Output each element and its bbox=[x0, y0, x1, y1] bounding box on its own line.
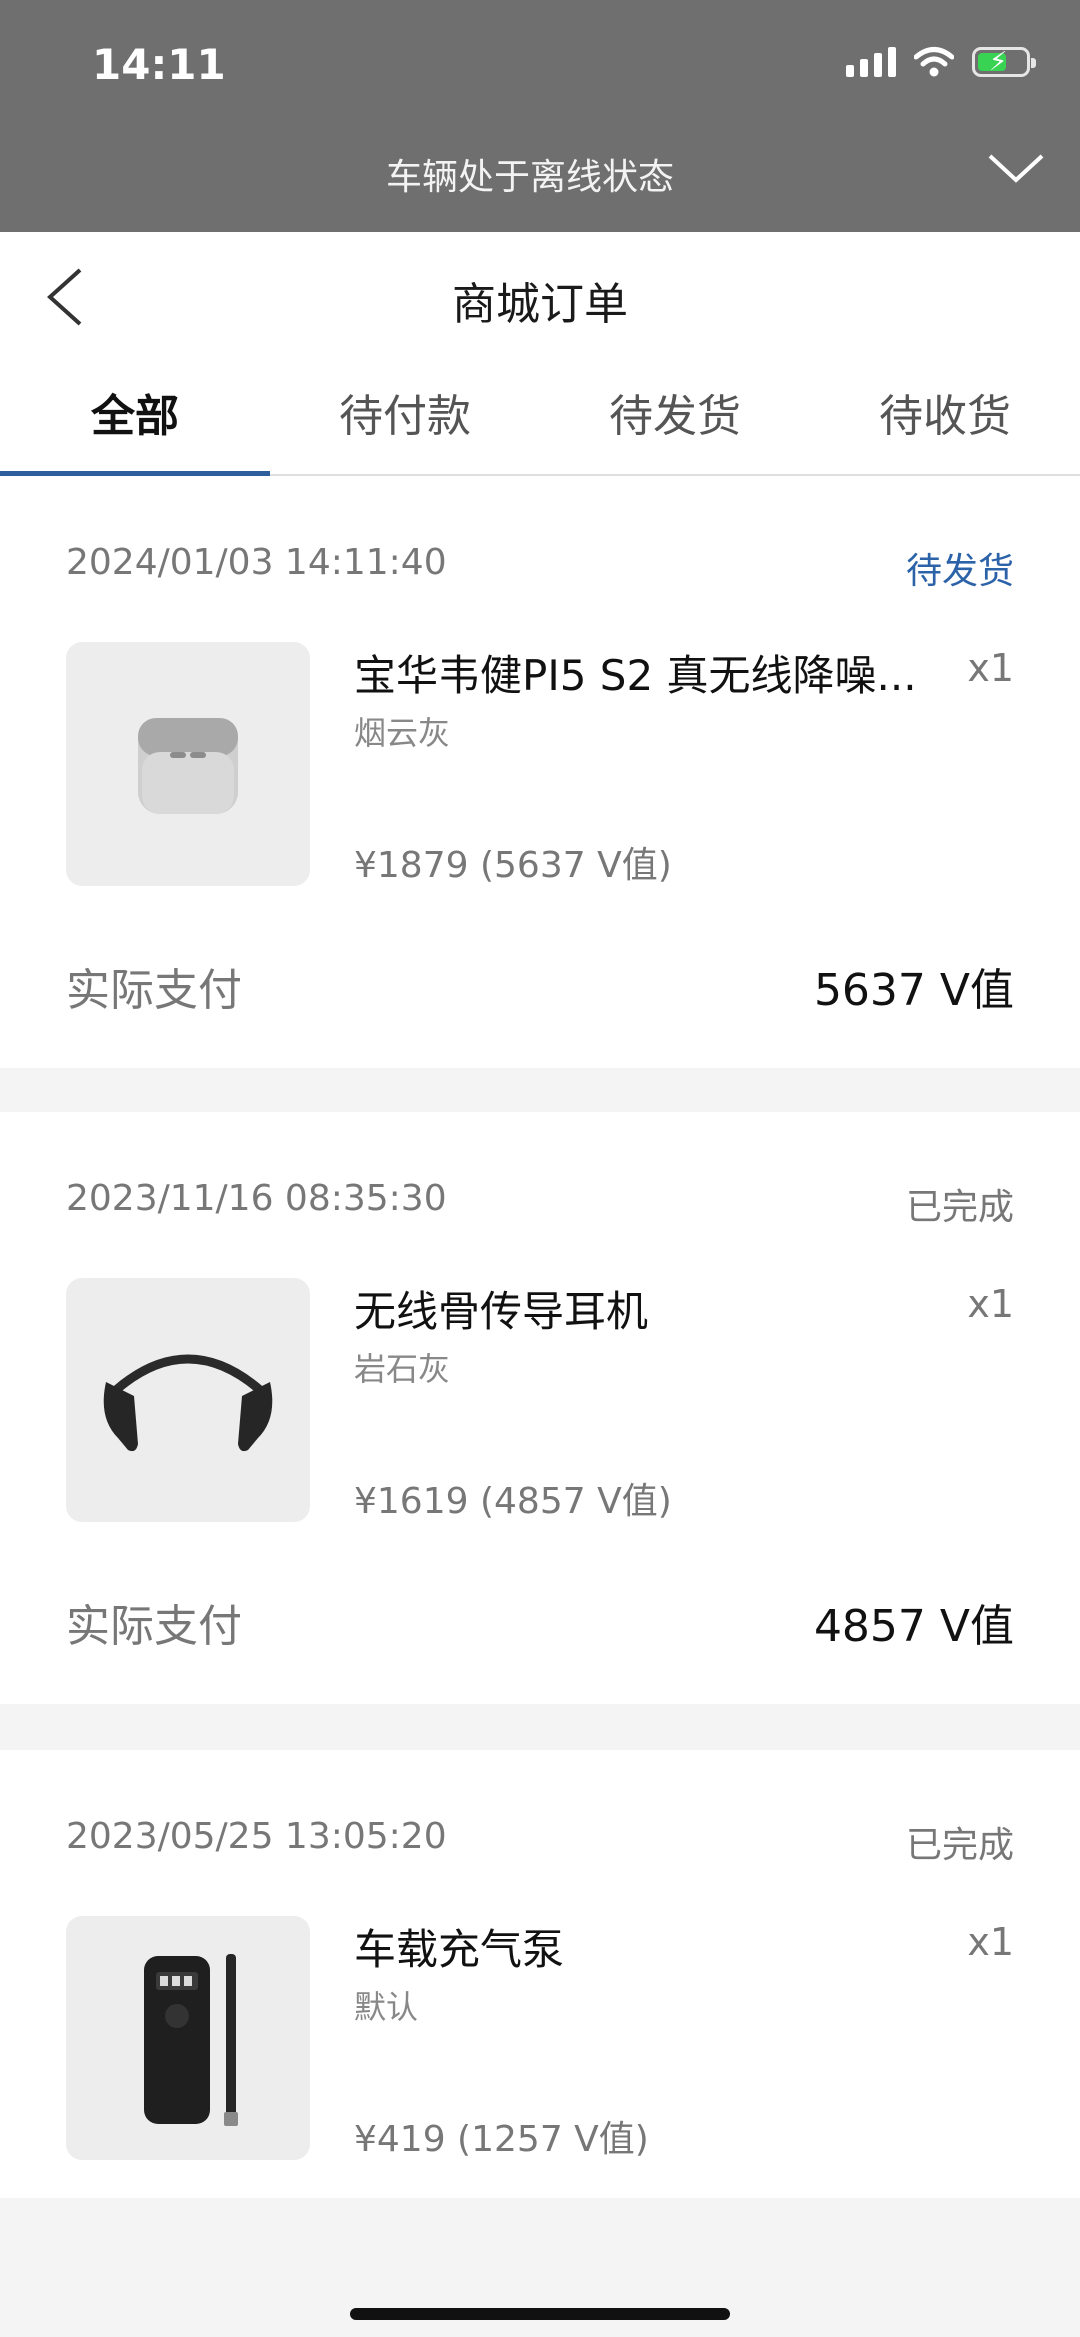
page-header: 商城订单 全部 待付款 待发货 待收货 bbox=[0, 232, 1080, 476]
clock: 14:11 bbox=[92, 40, 226, 89]
status-bar: 14:11 ⚡ 车辆处于离线状态 bbox=[0, 0, 1080, 232]
status-icons: ⚡ bbox=[846, 46, 1036, 78]
offline-banner-text: 车辆处于离线状态 bbox=[385, 157, 674, 198]
order-card[interactable]: 2023/05/25 13:05:20 已完成 车载充气泵 x1 默认 ¥419… bbox=[0, 1750, 1080, 2198]
home-indicator[interactable] bbox=[350, 2308, 730, 2320]
paid-value: 5637 V值 bbox=[813, 965, 1014, 1016]
order-card[interactable]: 2024/01/03 14:11:40 待发货 宝华韦健PI5 S2 真无线降噪… bbox=[0, 476, 1080, 1068]
paid-label: 实际支付 bbox=[66, 1601, 242, 1652]
wifi-icon bbox=[914, 47, 954, 77]
tab-pending-receipt[interactable]: 待收货 bbox=[810, 352, 1080, 474]
order-card[interactable]: 2023/11/16 08:35:30 已完成 无线骨传导耳机 x1 岩石灰 ¥… bbox=[0, 1112, 1080, 1704]
tab-pending-shipment[interactable]: 待发货 bbox=[540, 352, 810, 474]
page-title: 商城订单 bbox=[452, 279, 628, 330]
paid-value: 4857 V值 bbox=[813, 1601, 1014, 1652]
order-status: 已完成 bbox=[905, 1825, 1014, 1866]
product-quantity: x1 bbox=[967, 1282, 1014, 1326]
tab-all[interactable]: 全部 bbox=[0, 352, 270, 476]
product-variant: 默认 bbox=[354, 1988, 419, 2026]
product-price: ¥419 (1257 V值) bbox=[354, 2119, 649, 2160]
product-variant: 岩石灰 bbox=[354, 1350, 451, 1388]
product-variant: 烟云灰 bbox=[354, 714, 451, 752]
product-quantity: x1 bbox=[967, 1920, 1014, 1964]
product-name: 车载充气泵 bbox=[354, 1925, 565, 1974]
order-datetime: 2023/05/25 13:05:20 bbox=[66, 1816, 447, 1857]
paid-row: 实际支付 4857 V值 bbox=[66, 1590, 1014, 1654]
order-tabs: 全部 待付款 待发货 待收货 bbox=[0, 352, 1080, 476]
product-name: 无线骨传导耳机 bbox=[354, 1287, 649, 1336]
cellular-signal-icon bbox=[846, 47, 896, 77]
battery-charging-icon: ⚡ bbox=[972, 47, 1036, 77]
order-status: 待发货 bbox=[905, 551, 1014, 592]
order-datetime: 2023/11/16 08:35:30 bbox=[66, 1178, 447, 1219]
product-price: ¥1879 (5637 V值) bbox=[354, 845, 672, 886]
product-image-earbuds[interactable] bbox=[66, 642, 310, 886]
paid-row: 实际支付 5637 V值 bbox=[66, 954, 1014, 1018]
product-price: ¥1619 (4857 V值) bbox=[354, 1481, 672, 1522]
product-image-air-pump[interactable] bbox=[66, 1916, 310, 2160]
paid-label: 实际支付 bbox=[66, 965, 242, 1016]
tab-pending-payment[interactable]: 待付款 bbox=[270, 352, 540, 474]
product-image-bone-conduction-headphones[interactable] bbox=[66, 1278, 310, 1522]
product-quantity: x1 bbox=[967, 646, 1014, 690]
product-name: 宝华韦健PI5 S2 真无线降噪... bbox=[354, 651, 917, 700]
order-datetime: 2024/01/03 14:11:40 bbox=[66, 542, 447, 583]
chevron-down-icon[interactable] bbox=[986, 150, 1046, 186]
order-status: 已完成 bbox=[905, 1187, 1014, 1228]
